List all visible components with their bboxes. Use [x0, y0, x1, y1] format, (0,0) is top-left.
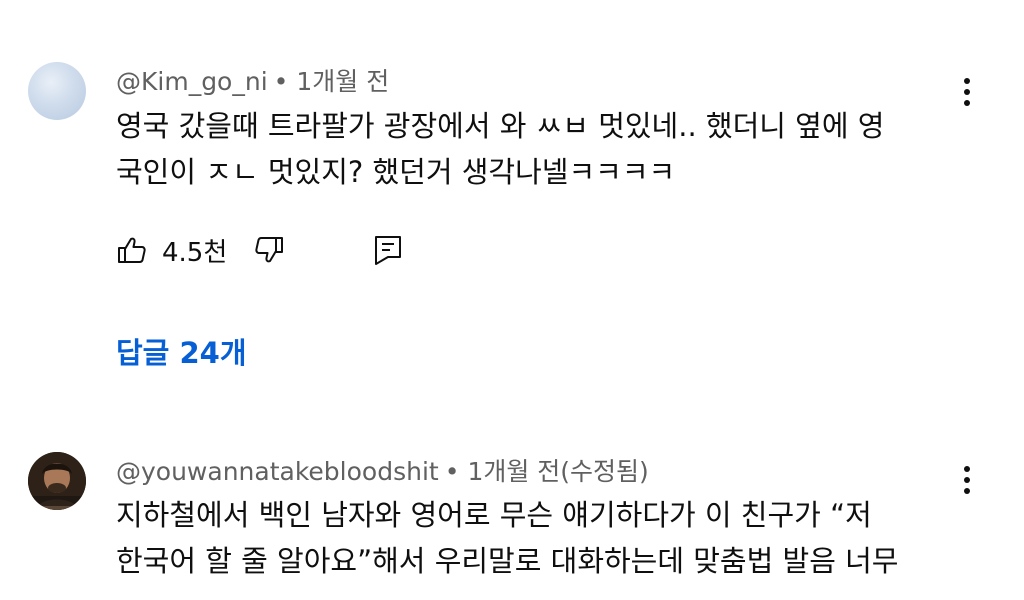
comment-line: 영국 갔을때 트라팔가 광장에서 와 ㅆㅂ 멋있네.. 했더니 옆에 영: [116, 109, 885, 143]
comment-time: 1개월 전(수정됨): [467, 457, 649, 486]
thumbs-up-icon[interactable]: [116, 234, 148, 266]
author-handle[interactable]: @Kim_go_ni: [116, 67, 268, 96]
author-handle[interactable]: @youwannatakebloodshit: [116, 457, 439, 486]
thumbs-down-icon[interactable]: [253, 234, 285, 266]
reply-icon[interactable]: [373, 234, 403, 266]
comment-text: 영국 갔을때 트라팔가 광장에서 와 ㅆㅂ 멋있네.. 했더니 옆에 영 국인이…: [116, 103, 956, 195]
comment-meta: @youwannatakebloodshit • 1개월 전(수정됨): [116, 452, 649, 488]
comment-time: 1개월 전: [296, 67, 390, 96]
meta-separator: •: [444, 457, 460, 486]
view-replies-button[interactable]: 답글 24개: [116, 330, 247, 372]
comment-line: 지하철에서 백인 남자와 영어로 무슨 얘기하다가 이 친구가 “저: [116, 498, 872, 532]
more-options-icon[interactable]: [952, 72, 982, 112]
meta-separator: •: [273, 67, 289, 96]
comment-meta: @Kim_go_ni • 1개월 전: [116, 62, 389, 98]
comment-actions: 4.5천: [116, 230, 403, 270]
avatar[interactable]: [28, 452, 86, 510]
comment-line: 국인이 ㅈㄴ 멋있지? 했던거 생각나넬ㅋㅋㅋㅋ: [116, 155, 676, 189]
avatar[interactable]: [28, 62, 86, 120]
like-count: 4.5천: [162, 237, 228, 268]
more-options-icon[interactable]: [952, 460, 982, 500]
comments-page: @Kim_go_ni • 1개월 전 영국 갔을때 트라팔가 광장에서 와 ㅆㅂ 멋…: [0, 0, 1024, 600]
comment-line: 한국어 할 줄 알아요”해서 우리말로 대화하는데 맞춤법 발음 너무: [116, 544, 899, 578]
comment-text: 지하철에서 백인 남자와 영어로 무슨 얘기하다가 이 친구가 “저 한국어 할…: [116, 492, 956, 584]
